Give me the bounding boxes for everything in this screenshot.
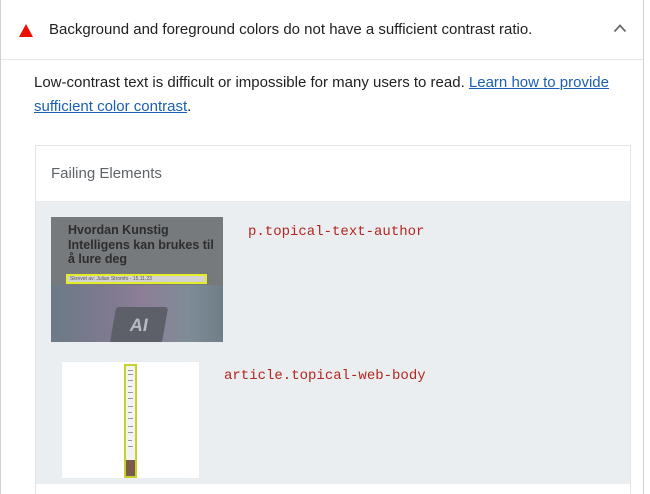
element-selector[interactable]: article.topical-web-body: [224, 368, 426, 384]
failing-elements-rows: AI Hvordan Kunstig Intelligens kan bruke…: [36, 202, 630, 484]
audit-description: Low-contrast text is difficult or imposs…: [34, 71, 624, 119]
description-text: Low-contrast text is difficult or imposs…: [34, 74, 465, 91]
thumbnail-headline: Hvordan Kunstig Intelligens kan brukes t…: [68, 223, 214, 266]
element-selector[interactable]: p.topical-text-author: [248, 224, 424, 240]
audit-title: Background and foreground colors do not …: [49, 21, 533, 38]
failing-elements-header: Failing Elements: [36, 146, 630, 202]
contrast-audit: Background and foreground colors do not …: [0, 0, 644, 494]
element-screenshot-thumbnail[interactable]: AI Hvordan Kunstig Intelligens kan bruke…: [51, 217, 223, 342]
fail-triangle-icon: [19, 24, 33, 37]
chevron-up-icon[interactable]: [613, 23, 627, 33]
audit-header[interactable]: Background and foreground colors do not …: [1, 0, 643, 60]
highlighted-article-strip: [124, 364, 137, 478]
description-period: .: [187, 98, 192, 115]
highlighted-author-text: Skrevet av: Julian Stromfo - 15.11.23: [66, 274, 207, 284]
failing-elements-table: Failing Elements AI Hvordan Kunstig Inte…: [35, 145, 631, 494]
element-screenshot-thumbnail[interactable]: [62, 362, 199, 478]
ai-chip-badge: AI: [109, 307, 169, 342]
